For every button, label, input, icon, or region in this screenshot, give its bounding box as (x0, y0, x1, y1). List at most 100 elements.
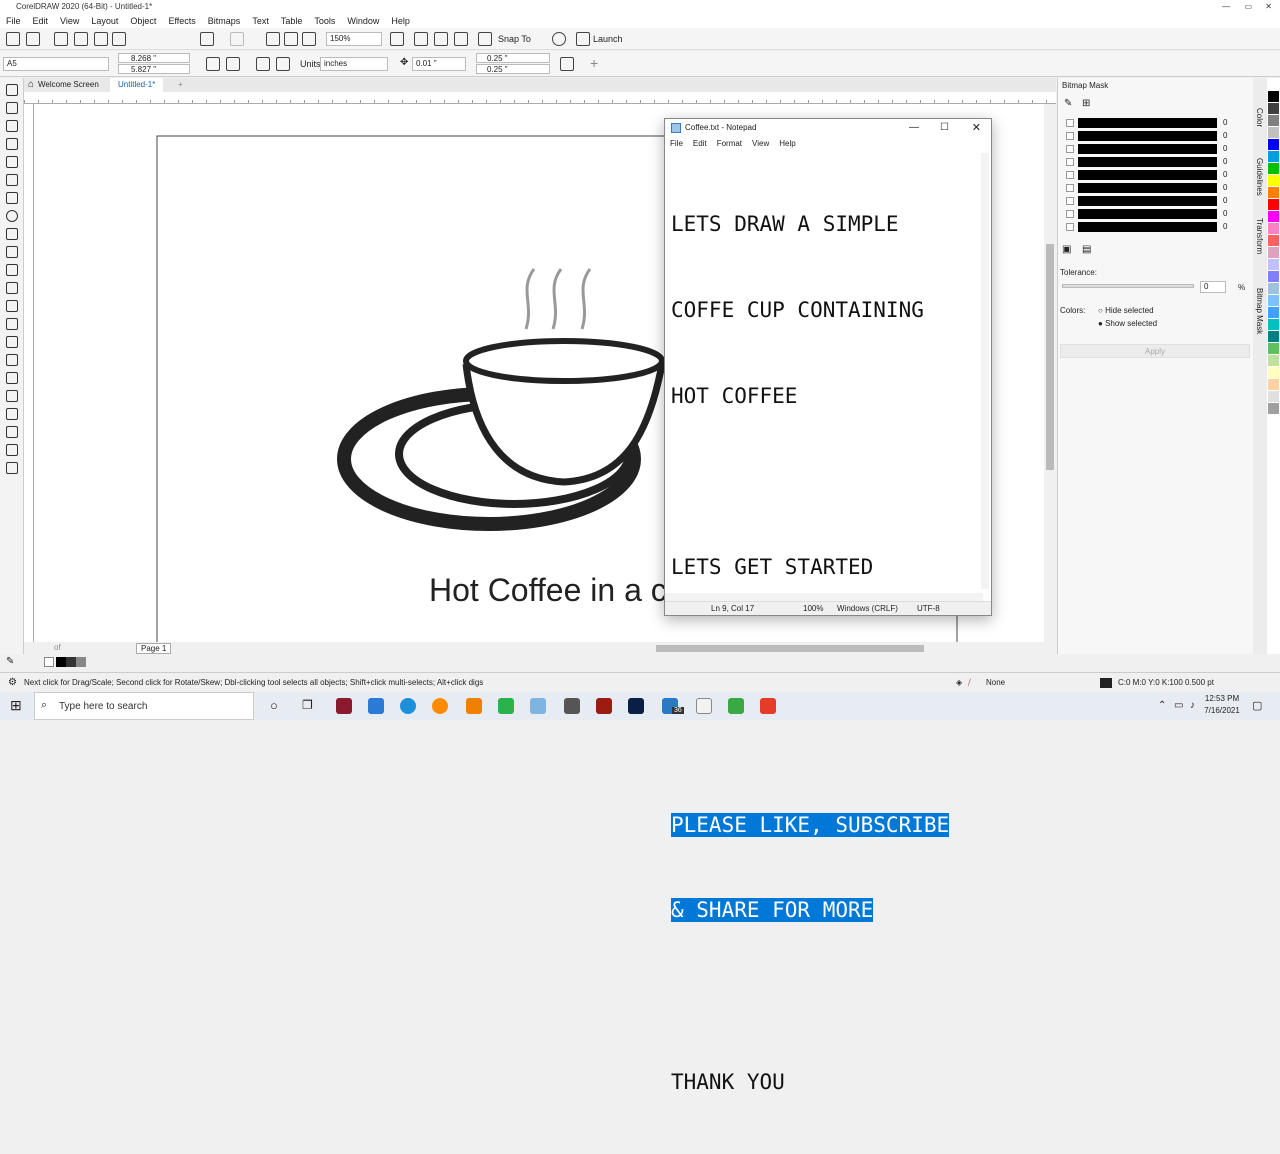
pick-tool-icon[interactable] (5, 84, 18, 96)
tab-untitled[interactable]: Untitled-1* (110, 78, 164, 92)
show-grid-icon[interactable] (434, 32, 448, 46)
notepad-minimize-button[interactable]: — (909, 119, 919, 137)
open-folder-icon[interactable] (26, 32, 40, 46)
color-checkbox[interactable] (1066, 144, 1074, 153)
chevron-up-icon[interactable]: ⌃ (1158, 700, 1166, 711)
coreldraw-icon[interactable] (760, 698, 776, 714)
volume-icon[interactable]: ♪ (1190, 700, 1195, 711)
palette-swatch[interactable] (1268, 151, 1279, 162)
polygon-tool-icon[interactable] (5, 228, 18, 240)
palette-swatch[interactable] (1268, 211, 1279, 222)
network-icon[interactable]: ▭ (1174, 700, 1183, 711)
notepad-close-button[interactable]: ✕ (972, 119, 981, 137)
palette-swatch[interactable] (1268, 187, 1279, 198)
windows-start-icon[interactable]: ⊞ (10, 697, 22, 714)
notepad-vertical-scrollbar[interactable] (981, 153, 989, 589)
snap-icon[interactable] (478, 32, 492, 46)
undo-icon[interactable] (200, 32, 214, 46)
dimension-tool-icon[interactable] (5, 282, 18, 294)
add-icon[interactable]: + (590, 55, 598, 71)
tolerance-field[interactable]: 0 (1200, 281, 1226, 293)
palette-swatch[interactable] (1268, 403, 1279, 414)
duplicate-x-field[interactable]: 0.25 " (476, 53, 550, 63)
menu-edit[interactable]: Edit (27, 14, 55, 28)
tab-welcome-screen[interactable]: Welcome Screen (38, 78, 99, 92)
export-icon[interactable] (284, 32, 298, 46)
current-page-icon[interactable] (276, 57, 290, 71)
text-tool-icon[interactable] (5, 246, 18, 258)
list-item[interactable]: 0 (1058, 181, 1244, 194)
notepad-taskbar-icon[interactable] (530, 698, 546, 714)
nudge-distance-field[interactable]: 0.01 " (412, 57, 466, 71)
maximize-button[interactable]: ▭ (1244, 0, 1252, 14)
palette-swatch[interactable] (1268, 235, 1279, 246)
color-checkbox[interactable] (1066, 222, 1074, 231)
eyedropper-icon[interactable]: ✎ (6, 656, 14, 667)
calculator-icon[interactable] (564, 698, 580, 714)
page-border-icon[interactable] (560, 57, 574, 71)
launch-dropdown[interactable]: Launch (593, 34, 623, 44)
page-height-field[interactable]: 5.827 " (118, 64, 190, 74)
artistic-media-icon[interactable] (5, 174, 18, 186)
table-tool-icon[interactable] (5, 264, 18, 276)
ellipse-tool-icon[interactable] (5, 210, 18, 222)
rectangle-tool-icon[interactable] (5, 192, 18, 204)
crop-tool-icon[interactable] (5, 120, 18, 132)
shadow-tool-icon[interactable] (5, 318, 18, 330)
units-select[interactable]: inches (320, 57, 388, 71)
store-icon[interactable] (368, 698, 384, 714)
notepad-menu-edit[interactable]: Edit (688, 137, 712, 151)
full-screen-icon[interactable] (390, 32, 404, 46)
tolerance-slider[interactable] (1062, 284, 1194, 288)
notepad-horizontal-scrollbar[interactable] (665, 593, 983, 601)
pdf-icon[interactable] (302, 32, 316, 46)
open-mask-icon[interactable]: ▤ (1082, 244, 1091, 255)
notepad-menu-format[interactable]: Format (712, 137, 747, 151)
color-checkbox[interactable] (1066, 170, 1074, 179)
palette-swatch[interactable] (1268, 379, 1279, 390)
palette-swatch[interactable] (1268, 91, 1279, 102)
cloud-upload-icon[interactable] (94, 32, 108, 46)
notepad-text-area[interactable]: LETS DRAW A SIMPLE COFFE CUP CONTAINING … (671, 153, 981, 1094)
menu-window[interactable]: Window (341, 14, 385, 28)
vlc-icon[interactable] (466, 698, 482, 714)
add-tool-icon[interactable] (5, 462, 18, 474)
cortana-icon[interactable]: ○ (270, 698, 278, 713)
no-color-swatch[interactable] (44, 657, 54, 667)
palette-swatch[interactable] (1268, 367, 1279, 378)
eyedropper-tool-icon[interactable] (5, 354, 18, 366)
freehand-tool-icon[interactable] (5, 156, 18, 168)
palette-swatch[interactable] (1268, 307, 1279, 318)
palette-swatch[interactable] (1268, 343, 1279, 354)
cloud-icon[interactable] (74, 32, 88, 46)
list-item[interactable]: 0 (1058, 207, 1244, 220)
outline-pen-icon[interactable] (5, 444, 18, 456)
all-pages-icon[interactable] (256, 57, 270, 71)
side-tab-transform[interactable]: Transform (1255, 218, 1264, 254)
list-item[interactable]: 0 (1058, 168, 1244, 181)
menu-view[interactable]: View (54, 14, 85, 28)
palette-swatch[interactable] (1268, 223, 1279, 234)
gear-icon[interactable] (552, 32, 566, 46)
list-item[interactable]: 0 (1058, 116, 1244, 129)
palette-swatch[interactable] (1268, 115, 1279, 126)
vertical-ruler[interactable] (24, 104, 34, 644)
menu-bitmaps[interactable]: Bitmaps (202, 14, 247, 28)
landscape-icon[interactable] (226, 57, 240, 71)
page-width-field[interactable]: 8.268 " (118, 53, 190, 63)
launch-icon[interactable] (576, 32, 590, 46)
palette-swatch[interactable] (1268, 163, 1279, 174)
gray-swatch[interactable] (76, 657, 86, 667)
connector-tool-icon[interactable] (5, 300, 18, 312)
portrait-icon[interactable] (206, 57, 220, 71)
color-checkbox[interactable] (1066, 131, 1074, 140)
palette-swatch[interactable] (1268, 271, 1279, 282)
show-selected-radio[interactable]: ● Show selected (1098, 319, 1157, 328)
color-checkbox[interactable] (1066, 183, 1074, 192)
palette-swatch[interactable] (1268, 355, 1279, 366)
color-checkbox[interactable] (1066, 157, 1074, 166)
menu-tools[interactable]: Tools (308, 14, 341, 28)
horizontal-ruler[interactable] (24, 92, 1056, 104)
smart-fill-icon[interactable] (5, 390, 18, 402)
indesign-icon[interactable] (336, 698, 352, 714)
